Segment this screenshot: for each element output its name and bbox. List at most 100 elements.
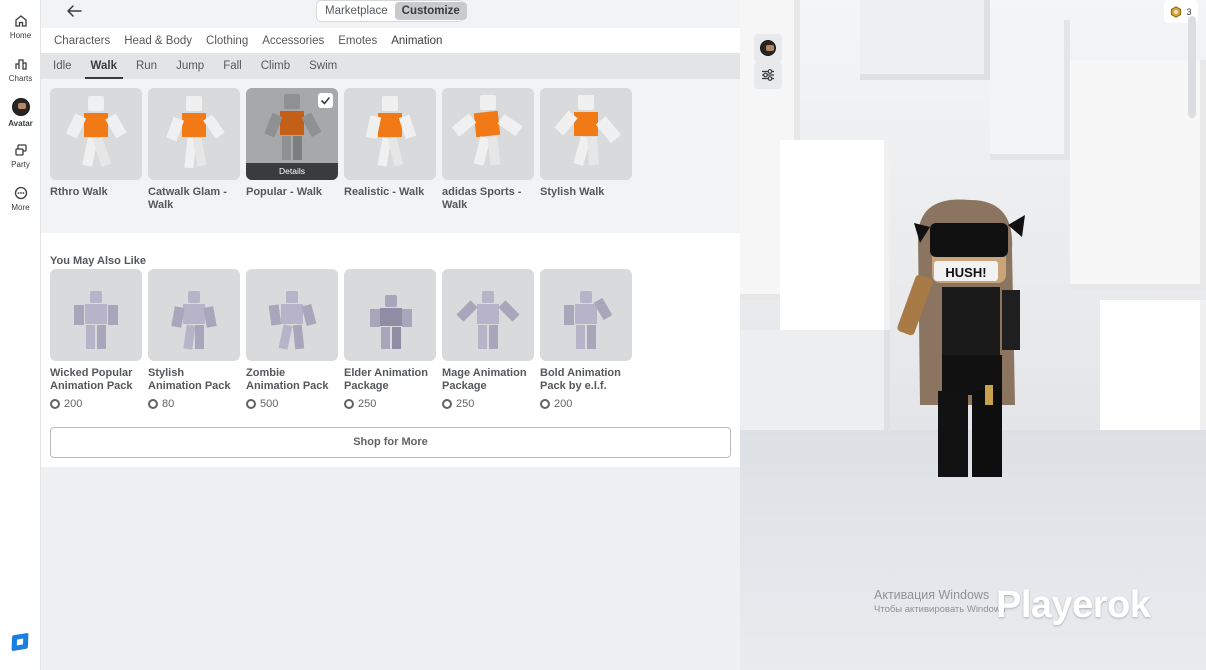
animation-card[interactable]: Stylish Walk (540, 88, 632, 199)
walking-figure-icon (451, 95, 523, 166)
bundle-name: Wicked Popular Animation Pack (50, 367, 133, 392)
robux-icon (50, 399, 60, 409)
suggestions-section: You May Also Like Wicked Popular Animati… (41, 233, 740, 467)
figure-icon (268, 291, 317, 350)
nav-party-label: Party (11, 160, 30, 169)
animation-thumbnail (540, 88, 632, 180)
animation-card-selected[interactable]: Details Popular - Walk (246, 88, 338, 199)
bundle-thumbnail (50, 269, 142, 361)
roblox-logo-icon[interactable] (11, 632, 29, 652)
nav-party[interactable]: Party (0, 143, 41, 169)
avatar (11, 98, 30, 116)
bundle-card[interactable]: Mage Animation Package 250 (442, 269, 534, 410)
nav-more-label: More (11, 203, 30, 212)
owned-animations-grid: Rthro Walk Catwalk Glam - Walk Details P… (41, 79, 740, 233)
animation-sub-tabs: Idle Walk Run Jump Fall Climb Swim (41, 53, 740, 79)
animation-name: Popular - Walk (246, 186, 322, 198)
details-button[interactable]: Details (246, 163, 338, 180)
subtab-climb[interactable]: Climb (255, 53, 296, 79)
nav-home-label: Home (9, 31, 32, 40)
bundle-card[interactable]: Bold Animation Pack by e.l.f. 200 (540, 269, 632, 410)
animation-name: Rthro Walk (50, 186, 108, 198)
robux-icon (442, 399, 452, 409)
animation-thumbnail (344, 88, 436, 180)
home-icon (14, 15, 27, 27)
scene-block (780, 140, 890, 340)
walking-figure-icon (65, 96, 127, 167)
avatar-figure-icon: HUSH! (897, 199, 1025, 477)
subtab-swim[interactable]: Swim (303, 53, 343, 79)
animation-card[interactable]: Catwalk Glam - Walk (148, 88, 240, 212)
bundle-price: 200 (50, 398, 142, 410)
bundle-name: Stylish Animation Pack (148, 367, 231, 392)
tab-characters[interactable]: Characters (47, 28, 117, 53)
windows-activation-title: Активация Windows (874, 588, 990, 602)
animation-card[interactable]: adidas Sports - Walk (442, 88, 534, 212)
scrollbar[interactable] (1188, 16, 1196, 118)
bundle-thumbnail (148, 269, 240, 361)
subtab-fall[interactable]: Fall (217, 53, 248, 79)
segment-customize[interactable]: Customize (394, 2, 467, 20)
figure-icon (456, 291, 520, 349)
animation-name: Catwalk Glam - Walk (148, 186, 227, 211)
bundle-price: 200 (540, 398, 632, 410)
nav-more[interactable]: More (0, 186, 41, 212)
bundle-card[interactable]: Wicked Popular Animation Pack 200 (50, 269, 142, 410)
tab-accessories[interactable]: Accessories (255, 28, 331, 53)
bundle-price: 250 (344, 398, 436, 410)
robux-icon (344, 399, 354, 409)
section-title: You May Also Like (50, 255, 146, 267)
bundle-thumbnail (540, 269, 632, 361)
segment-marketplace[interactable]: Marketplace (318, 2, 395, 20)
bundle-thumbnail (442, 269, 534, 361)
nav-home[interactable]: Home (0, 14, 41, 40)
robux-icon (148, 399, 158, 409)
bundle-card[interactable]: Stylish Animation Pack 80 (148, 269, 240, 410)
checkmark-icon (318, 93, 333, 108)
animation-thumbnail (50, 88, 142, 180)
animation-card[interactable]: Realistic - Walk (344, 88, 436, 199)
avatar-view-button[interactable] (754, 34, 782, 62)
bundle-name: Zombie Animation Pack (246, 367, 329, 392)
subtab-jump[interactable]: Jump (170, 53, 210, 79)
robux-icon (540, 399, 550, 409)
robux-icon (246, 399, 256, 409)
walking-figure-icon (365, 96, 417, 167)
tab-head-body[interactable]: Head & Body (117, 28, 199, 53)
figure-icon (74, 291, 118, 349)
animation-name: Realistic - Walk (344, 186, 425, 198)
adjust-settings-button[interactable] (754, 61, 782, 89)
tab-animation[interactable]: Animation (384, 28, 449, 53)
figure-icon (370, 295, 412, 349)
bundle-card[interactable]: Elder Animation Package 250 (344, 269, 436, 410)
bundle-price: 250 (442, 398, 534, 410)
tab-emotes[interactable]: Emotes (331, 28, 384, 53)
animation-card[interactable]: Rthro Walk (50, 88, 142, 199)
animation-thumbnail (148, 88, 240, 180)
charts-icon (14, 59, 27, 70)
windows-activation-subtitle: Чтобы активировать Windows (874, 604, 1006, 615)
watermark: Playerok (996, 584, 1151, 626)
bundle-thumbnail (344, 269, 436, 361)
subtab-idle[interactable]: Idle (47, 53, 78, 79)
scene-block (1070, 60, 1206, 290)
bundle-card[interactable]: Zombie Animation Pack 500 (246, 269, 338, 410)
scene-block (1100, 300, 1206, 440)
nav-avatar[interactable]: Avatar (0, 98, 41, 128)
more-icon (14, 186, 27, 200)
bundle-name: Elder Animation Package (344, 367, 428, 392)
nav-charts[interactable]: Charts (0, 57, 41, 83)
subtab-walk[interactable]: Walk (84, 53, 124, 79)
tab-clothing[interactable]: Clothing (199, 28, 255, 53)
customize-panel: Characters Head & Body Clothing Accessor… (41, 28, 740, 670)
scene-block (860, 0, 990, 80)
subtab-run[interactable]: Run (130, 53, 163, 79)
back-arrow-icon[interactable] (65, 3, 83, 19)
animation-thumbnail: Details (246, 88, 338, 180)
shop-for-more-button[interactable]: Shop for More (50, 427, 731, 458)
figure-icon (564, 291, 613, 349)
avatar-viewport[interactable]: HUSH! 3 Активация Windows Чтобы активиро… (740, 0, 1206, 670)
figure-icon (171, 291, 217, 350)
sliders-icon (762, 69, 774, 81)
bundle-name: Bold Animation Pack by e.l.f. (540, 367, 621, 392)
